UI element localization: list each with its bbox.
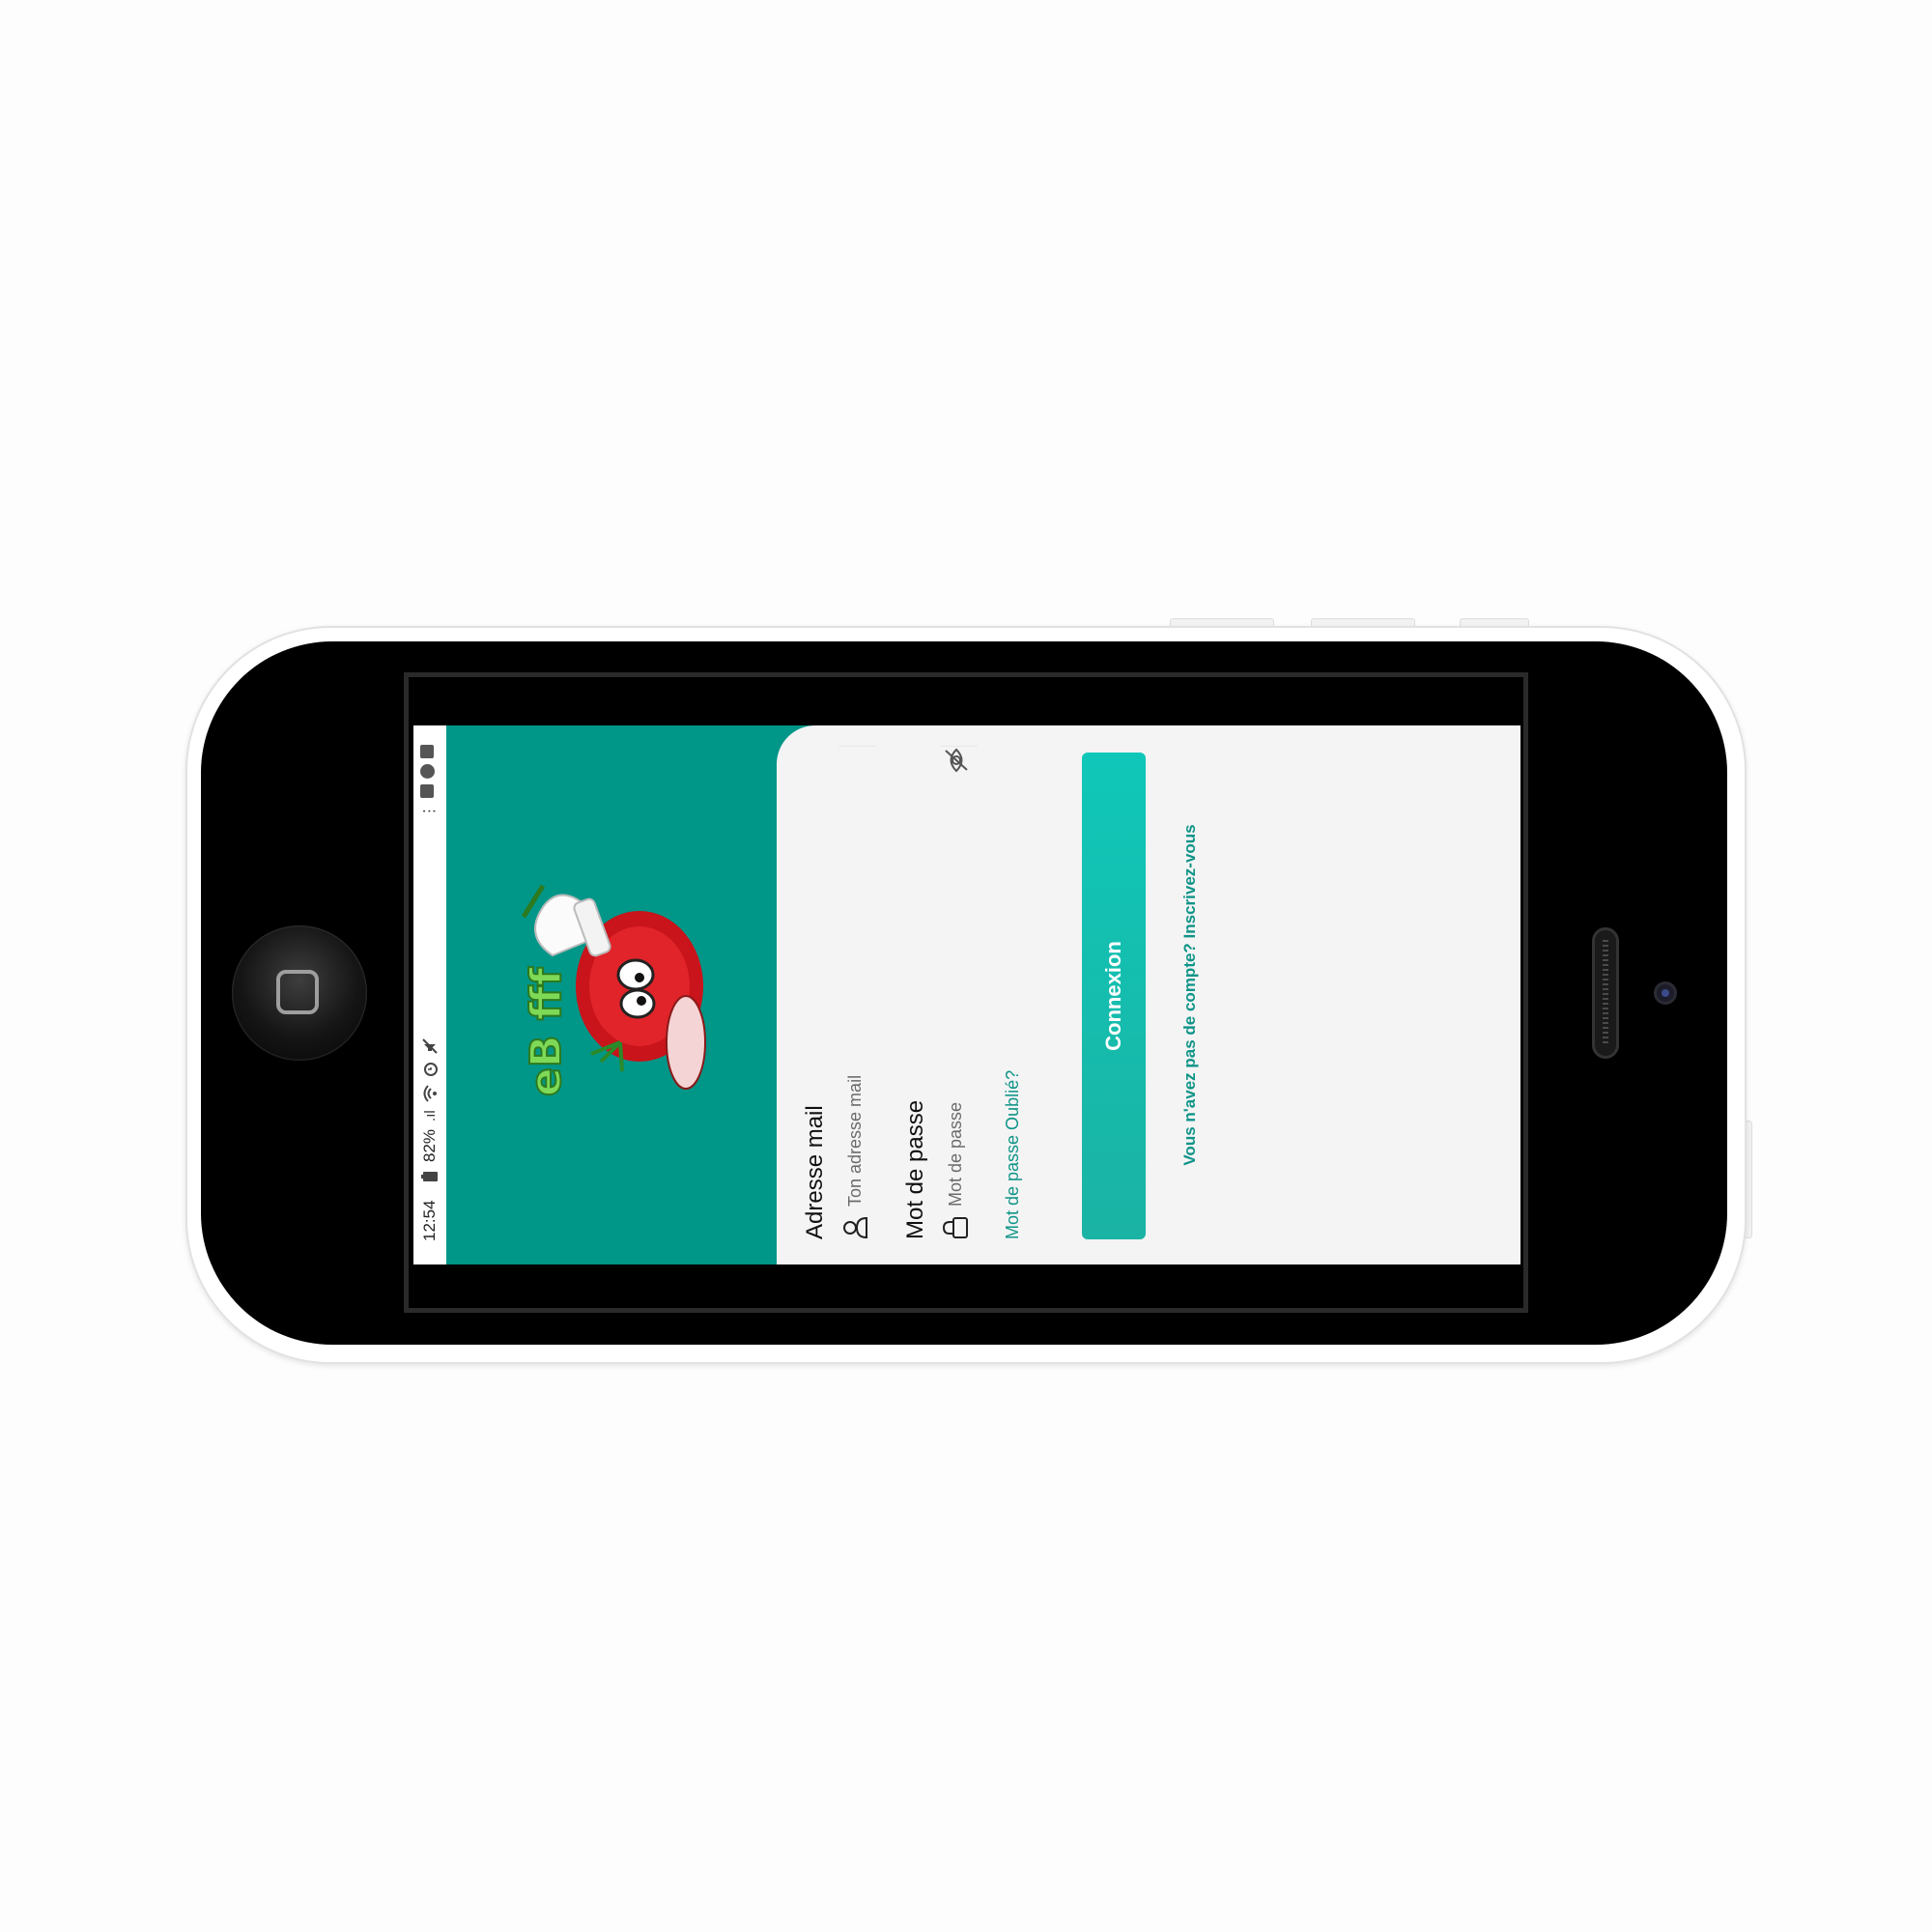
forgot-password-link[interactable]: Mot de passe Oublié? (1003, 1070, 1023, 1239)
user-icon (843, 1216, 867, 1239)
status-bar: 12:54 82% .ıl ⋮ (413, 725, 446, 1264)
wifi-icon (423, 1085, 437, 1102)
status-system-icons: 82% .ıl (420, 1038, 440, 1183)
front-camera (1654, 981, 1677, 1005)
eye-off-icon[interactable] (943, 747, 970, 774)
email-label: Adresse mail (802, 1105, 828, 1239)
email-field[interactable] (840, 801, 869, 1207)
screen: 12:54 82% .ıl ⋮ eB fff Adresse mail Ton … (413, 725, 1520, 1264)
password-field-row (939, 746, 978, 1239)
notification-icon (420, 764, 435, 779)
email-field-row (838, 746, 877, 1239)
login-app: 12:54 82% .ıl ⋮ eB fff Adresse mail Ton … (413, 725, 1520, 1264)
home-button[interactable] (232, 925, 367, 1061)
battery-icon (421, 1172, 438, 1181)
notification-icons: ⋮ (420, 745, 438, 818)
home-square-icon (276, 970, 319, 1014)
header-banner: eB fff (446, 725, 813, 1264)
status-time: 12:54 (420, 1200, 439, 1241)
more-icon: ⋮ (421, 804, 438, 818)
signup-link[interactable]: Vous n'avez pas de compte? Inscrivez-vou… (1180, 725, 1200, 1264)
login-button[interactable]: Connexion (1082, 753, 1146, 1239)
lock-icon (943, 1217, 968, 1238)
battery-percent: 82% (420, 1128, 439, 1162)
mute-icon (422, 1038, 438, 1055)
login-card: Adresse mail Mot de passe (777, 725, 1520, 1264)
password-label: Mot de passe (902, 1099, 928, 1239)
notification-icon (420, 745, 434, 758)
chef-tomato-logo-icon: eB fff (521, 884, 706, 1097)
stage: 12:54 82% .ıl ⋮ eB fff Adresse mail Ton … (0, 0, 1932, 1932)
logo-wordmark: eB fff (522, 967, 571, 1096)
alarm-icon (424, 1063, 438, 1077)
password-field[interactable] (941, 801, 970, 1207)
signal-icon: .ıl (421, 1110, 439, 1122)
notification-icon (420, 784, 434, 798)
speaker-grille (1592, 927, 1619, 1059)
